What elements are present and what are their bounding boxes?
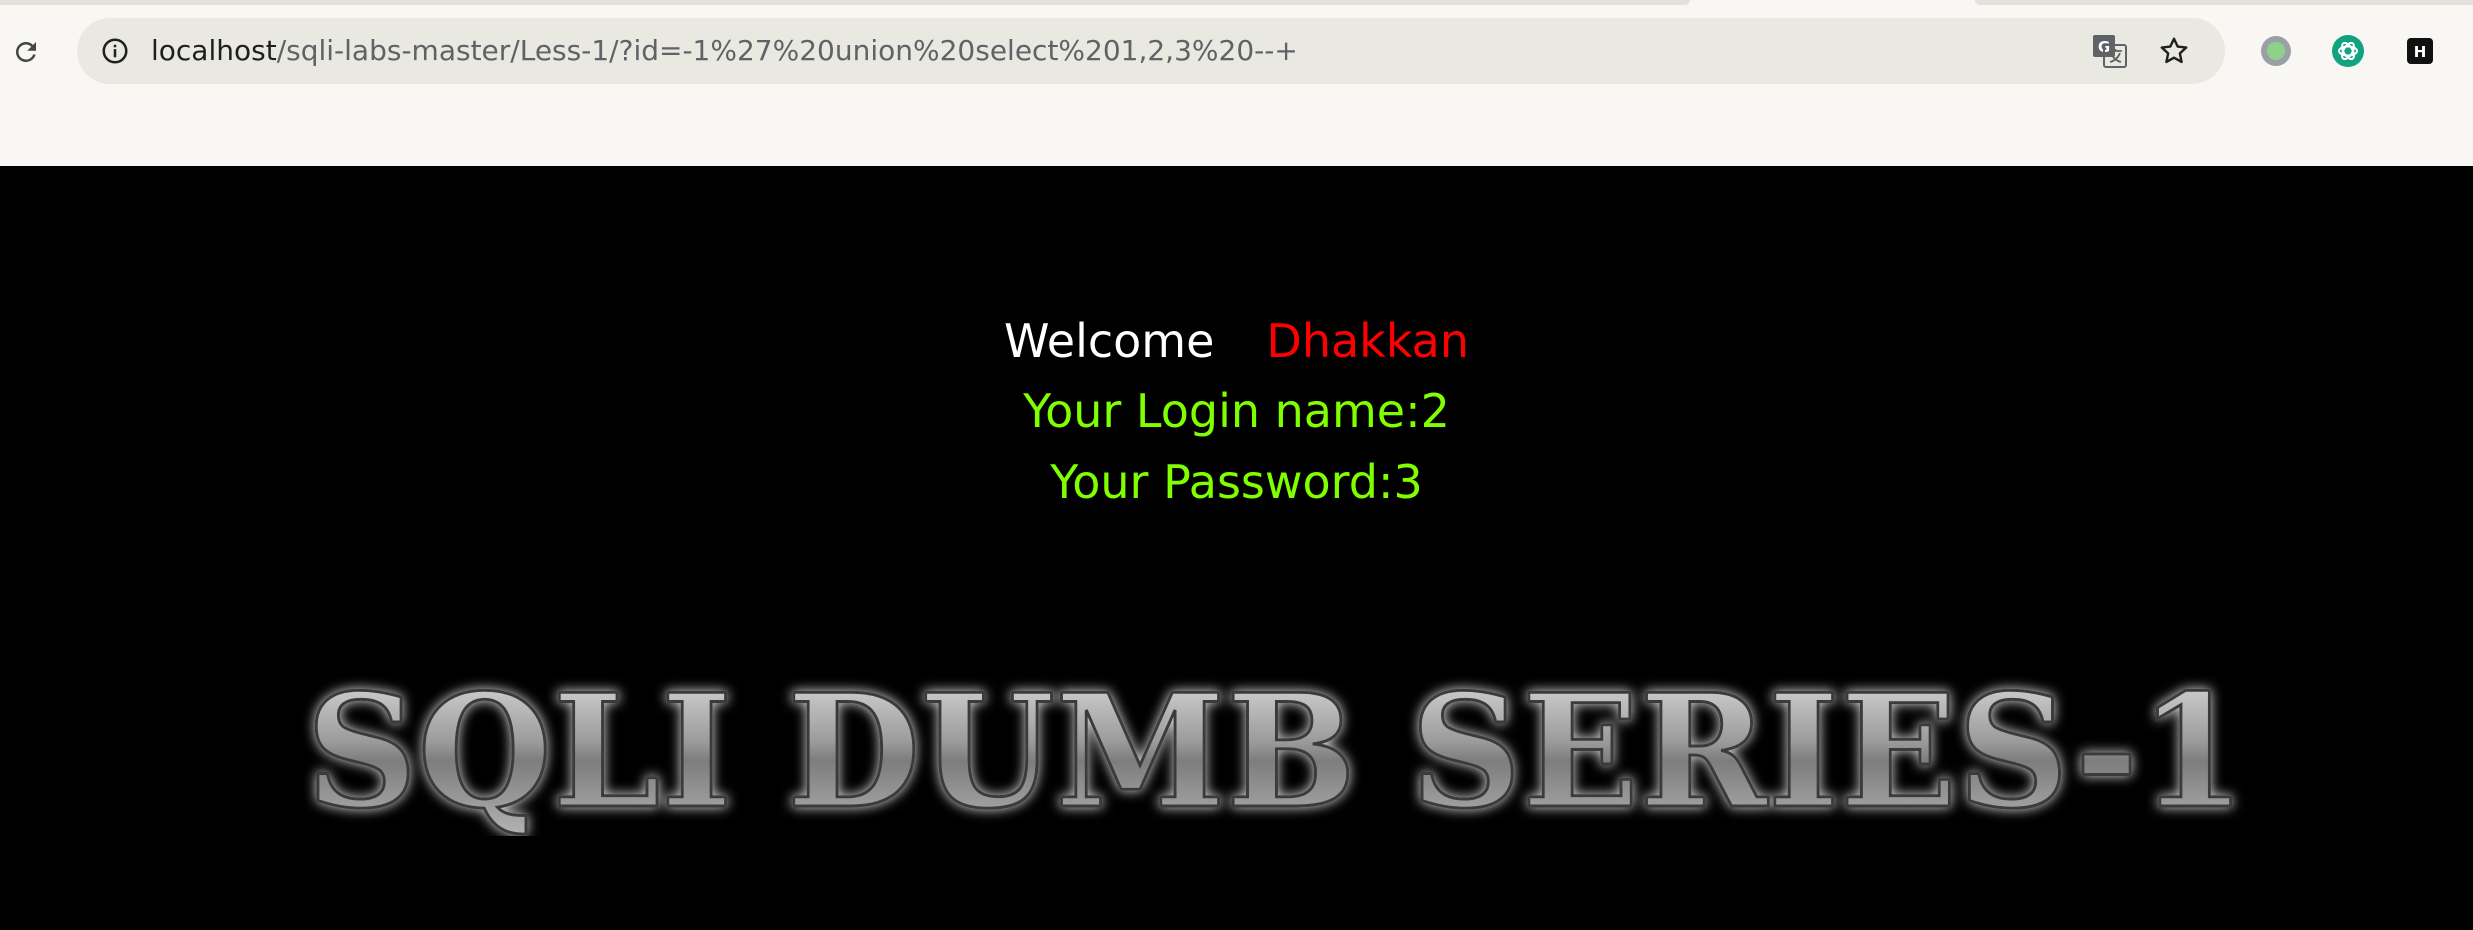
username: Dhakkan	[1266, 314, 1469, 368]
tab-strip	[0, 0, 1690, 5]
browser-toolbar: localhost/sqli-labs-master/Less-1/?id=-1…	[0, 0, 2473, 166]
chatgpt-icon[interactable]	[2328, 31, 2368, 71]
star-icon[interactable]	[2154, 31, 2194, 71]
url-host: localhost	[151, 34, 277, 67]
reload-icon[interactable]	[6, 32, 46, 72]
green-dot-extension-icon[interactable]	[2256, 31, 2296, 71]
page-content: Welcome Dhakkan Your Login name:2 Your Pa…	[0, 166, 2473, 930]
info-icon[interactable]	[95, 31, 135, 71]
sqli-dumb-series-banner: SQLI DUMB SERIES-1	[305, 666, 2248, 836]
url-text[interactable]: localhost/sqli-labs-master/Less-1/?id=-1…	[151, 18, 1298, 84]
welcome-label: Welcome	[1004, 314, 1215, 368]
address-bar[interactable]: localhost/sqli-labs-master/Less-1/?id=-1…	[77, 18, 2225, 84]
svg-text:H: H	[2414, 43, 2427, 61]
translate-icon[interactable]: G	[2090, 31, 2130, 71]
password-result: Your Password:3	[1050, 455, 1423, 509]
tab-strip-right	[1975, 0, 2473, 5]
welcome-line: Welcome Dhakkan	[0, 314, 2473, 368]
h-extension-icon[interactable]: H	[2400, 31, 2440, 71]
url-path: /sqli-labs-master/Less-1/?id=-1%27%20uni…	[276, 34, 1298, 67]
login-name-result: Your Login name:2	[1023, 384, 1450, 438]
banner-text: SQLI DUMB SERIES-1	[306, 666, 2246, 836]
